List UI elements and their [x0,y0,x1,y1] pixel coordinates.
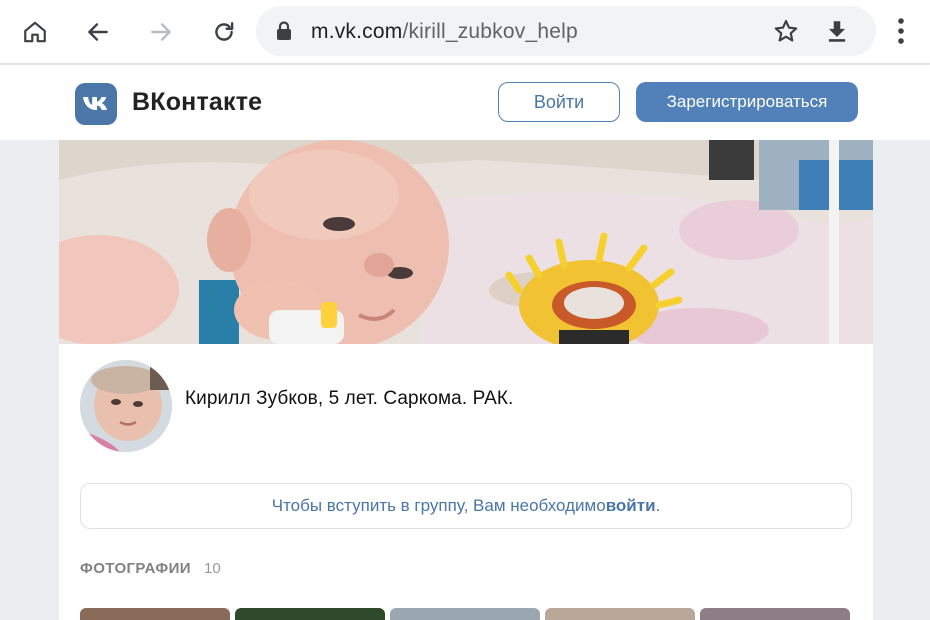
home-icon [24,21,46,43]
register-button[interactable]: Зарегистрироваться [636,82,858,122]
login-button[interactable]: Войти [498,82,620,122]
vk-logo-icon [83,97,107,110]
download-icon[interactable] [824,18,850,44]
photo-thumbnail[interactable] [390,608,540,620]
cover-image [59,140,873,344]
browser-toolbar: m.vk.com/kirill_zubkov_help [0,0,930,64]
home-button[interactable] [15,12,55,52]
group-card: Кирилл Зубков, 5 лет. Саркома. РАК. Чтоб… [59,344,873,620]
address-bar[interactable]: m.vk.com/kirill_zubkov_help [256,6,876,56]
url-text[interactable]: m.vk.com/kirill_zubkov_help [311,20,578,44]
brand-title: ВКонтакте [132,88,263,116]
forward-button[interactable] [141,12,181,52]
reload-button[interactable] [204,12,244,52]
join-notice: Чтобы вступить в группу, Вам необходимо … [80,483,852,529]
reload-icon [215,22,234,41]
cover-photo [59,140,873,344]
back-button[interactable] [78,12,118,52]
back-icon [88,23,108,41]
url-host: m.vk.com [311,20,403,43]
vk-logo[interactable] [75,83,117,125]
lock-icon [277,21,291,40]
photo-thumbnail[interactable] [235,608,385,620]
forward-icon [151,23,171,41]
menu-icon[interactable] [886,14,916,48]
group-avatar[interactable] [80,360,172,452]
join-end: . [655,496,661,515]
photo-thumbnail[interactable] [545,608,695,620]
star-icon[interactable] [772,18,800,44]
vk-header: ВКонтакте Войти Зарегистрироваться [0,65,930,140]
url-path: /kirill_zubkov_help [402,20,578,43]
photos-section-title[interactable]: ФОТОГРАФИИ [80,560,191,577]
avatar-image [80,360,172,452]
photos-count: 10 [204,560,221,577]
join-text: Чтобы вступить в группу, Вам необходимо [271,496,606,515]
photo-thumbnail[interactable] [80,608,230,620]
photo-thumbnail[interactable] [700,608,850,620]
group-name: Кирилл Зубков, 5 лет. Саркома. РАК. [185,388,514,409]
join-login-link[interactable]: войти [606,496,656,516]
